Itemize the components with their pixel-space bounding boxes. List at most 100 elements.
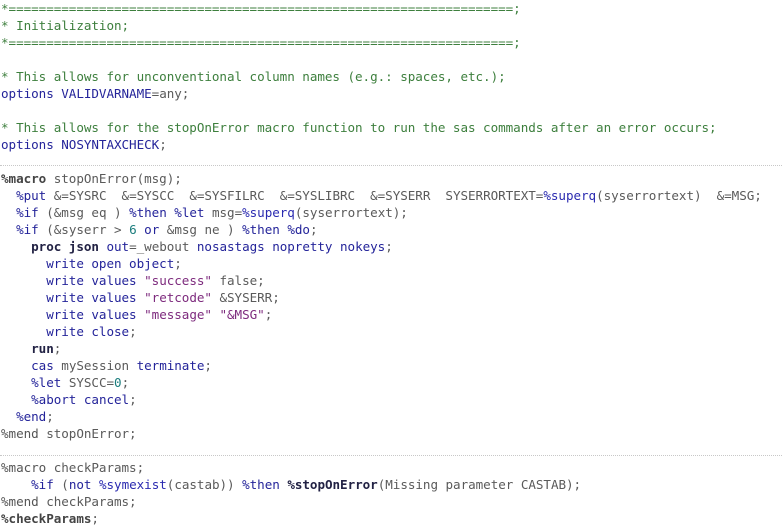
macro-function-token: %superq <box>543 188 597 203</box>
text-token: ; <box>53 341 62 356</box>
bold-statement-token: proc json <box>31 239 99 254</box>
keyword-token: options <box>1 86 62 101</box>
string-token: "retcode" <box>144 290 212 305</box>
text-token: ; <box>91 511 99 526</box>
keyword-token: %then <box>242 222 280 237</box>
number-token: 0 <box>114 375 122 390</box>
text-token: msg= <box>204 205 243 220</box>
text-token: (syserrortext); <box>294 205 408 220</box>
text-token: ; <box>46 409 54 424</box>
section-separator <box>0 165 782 166</box>
code-line[interactable]: * This allows for unconventional column … <box>1 68 506 85</box>
keyword-token: %abort <box>31 392 77 407</box>
keyword-token: write values <box>46 307 137 322</box>
text-token: ; <box>309 222 318 237</box>
macro-keyword-token: %mend <box>1 426 39 441</box>
text-token: (syserrortext) &=MSG; <box>596 188 762 203</box>
macro-keyword-token: %mend <box>1 494 39 509</box>
comment-token: * Initialization; <box>1 18 130 33</box>
text-token: ; <box>121 375 130 390</box>
code-line[interactable]: %if (&syserr > 6 or &msg ne ) %then %do; <box>1 221 317 238</box>
code-line[interactable]: %macro checkParams; <box>1 459 144 476</box>
text-token: (castab)) <box>166 477 243 492</box>
code-line[interactable]: %mend stopOnError; <box>1 425 137 442</box>
text-token: mySession <box>53 358 137 373</box>
text-token: =any; <box>151 86 190 101</box>
code-line[interactable]: options VALIDVARNAME=any; <box>1 85 189 102</box>
text-token: ( <box>53 477 69 492</box>
keyword-token: write close <box>46 324 130 339</box>
code-line[interactable]: write values "retcode" &SYSERR; <box>1 289 280 306</box>
text-token: ; <box>174 256 182 271</box>
code-editor[interactable]: *=======================================… <box>0 0 782 529</box>
text-token: checkParams; <box>38 494 137 509</box>
keyword-token: out <box>106 239 130 254</box>
text-token: checkParams; <box>46 460 145 475</box>
code-line[interactable]: write values "message" "&MSG"; <box>1 306 272 323</box>
code-line[interactable]: * Initialization; <box>1 17 129 34</box>
text-token: &msg ne ) <box>159 222 243 237</box>
code-line[interactable]: write close; <box>1 323 136 340</box>
keyword-token: %put <box>16 188 47 203</box>
code-line[interactable]: * This allows for the stopOnError macro … <box>1 119 717 136</box>
code-line[interactable]: run; <box>1 340 61 357</box>
text-token: &=SYSRC &=SYSCC &=SYSFILRC &=SYSLIBRC &=… <box>46 188 544 203</box>
code-line[interactable]: %end; <box>1 408 54 425</box>
code-line[interactable]: %if (not %symexist(castab)) %then %stopO… <box>1 476 581 493</box>
comment-token: *=======================================… <box>1 1 521 16</box>
code-line[interactable]: %abort cancel; <box>1 391 137 408</box>
code-line[interactable]: *=======================================… <box>1 0 521 17</box>
text-token: stopOnError; <box>38 426 137 441</box>
string-token: "message" <box>144 307 212 322</box>
keyword-token: cancel <box>83 392 130 407</box>
text-token: ; <box>159 137 167 152</box>
keyword-token: %let <box>31 375 62 390</box>
macro-bold-token: %macro <box>1 171 47 186</box>
code-line[interactable]: %if (&msg eq ) %then %let msg=%superq(sy… <box>1 204 408 221</box>
text-token: false; <box>211 273 265 288</box>
keyword-token: or <box>144 222 160 237</box>
code-line[interactable]: options NOSYNTAXCHECK; <box>1 136 167 153</box>
keyword-token: NOSYNTAXCHECK <box>61 137 160 152</box>
code-line[interactable]: %let SYSCC=0; <box>1 374 129 391</box>
code-line[interactable]: %macro stopOnError(msg); <box>1 170 182 187</box>
code-line[interactable]: *=======================================… <box>1 34 521 51</box>
keyword-token: %do <box>287 222 310 237</box>
text-token: =_webout <box>129 239 197 254</box>
code-line[interactable]: write values "success" false; <box>1 272 265 289</box>
keyword-token: %end <box>16 409 47 424</box>
comment-token: *=======================================… <box>1 35 521 50</box>
bold-statement-token: run <box>31 341 54 356</box>
section-separator <box>0 455 782 456</box>
keyword-token: terminate <box>136 358 205 373</box>
keyword-token: %then <box>242 477 280 492</box>
keyword-token: %if <box>31 477 54 492</box>
text-token: (&msg eq ) <box>38 205 130 220</box>
code-line[interactable]: %put &=SYSRC &=SYSCC &=SYSFILRC &=SYSLIB… <box>1 187 762 204</box>
keyword-token: options <box>1 137 62 152</box>
text-token: ; <box>264 307 273 322</box>
code-line[interactable]: cas mySession terminate; <box>1 357 212 374</box>
keyword-token: cas <box>31 358 54 373</box>
code-line[interactable]: write open object; <box>1 255 182 272</box>
code-line[interactable]: %mend checkParams; <box>1 493 137 510</box>
code-line[interactable]: proc json out=_webout nosastags nopretty… <box>1 238 393 255</box>
keyword-token: write open object <box>46 256 175 271</box>
macro-keyword-token: %macro <box>1 460 47 475</box>
comment-token: * This allows for the stopOnError macro … <box>1 120 717 135</box>
code-line[interactable]: %checkParams; <box>1 510 99 527</box>
keyword-token: nosastags nopretty nokeys <box>196 239 386 254</box>
text-token: ; <box>129 392 137 407</box>
text-token: SYSCC= <box>61 375 115 390</box>
